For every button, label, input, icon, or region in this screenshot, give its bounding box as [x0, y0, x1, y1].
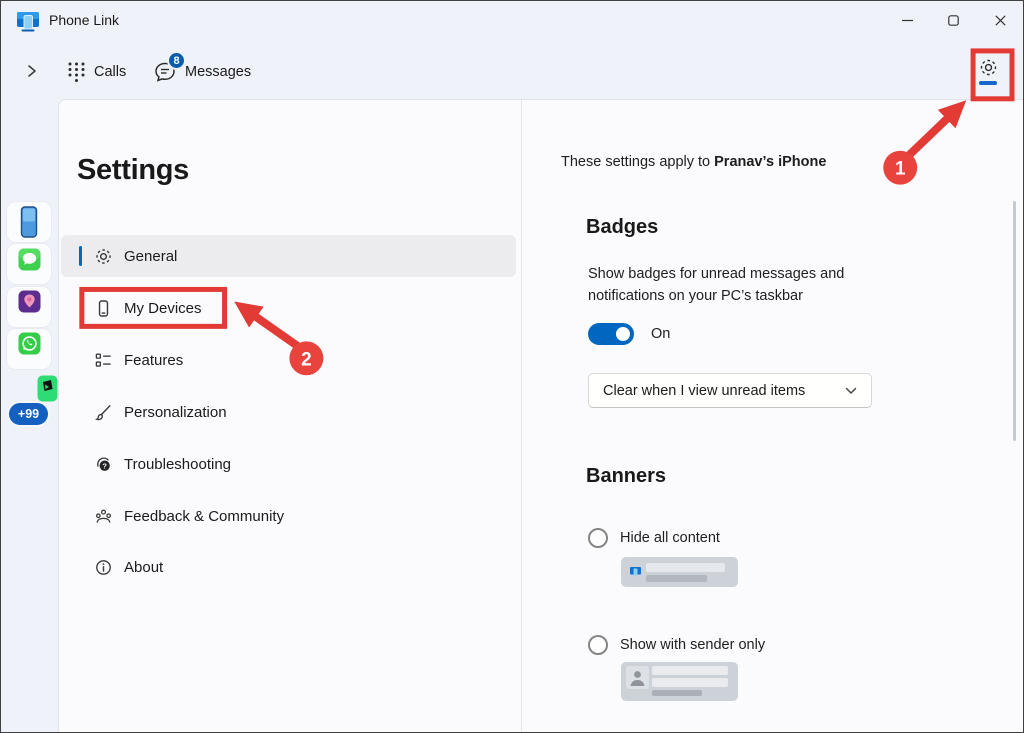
nav-item-label: My Devices	[124, 300, 202, 317]
mini-phone-link-icon	[629, 566, 642, 578]
tab-messages-label: Messages	[185, 64, 251, 80]
nav-item-label: Personalization	[124, 404, 227, 421]
dialpad-icon	[67, 61, 86, 83]
app-rail: +99	[1, 99, 58, 732]
applies-to-prefix: These settings apply to	[561, 154, 710, 170]
preview-text-bar	[652, 678, 728, 687]
chevron-down-icon	[845, 387, 857, 395]
preview-text-bar	[646, 563, 725, 572]
nav-item-features[interactable]: Features	[61, 339, 516, 381]
panel-divider	[521, 100, 522, 732]
find-my-app-icon[interactable]	[18, 290, 41, 313]
settings-active-indicator	[979, 81, 997, 85]
selected-accent-bar	[79, 246, 82, 266]
phone-link-window: Phone Link Calls	[0, 0, 1024, 733]
people-icon	[94, 507, 113, 526]
expand-panel-button[interactable]	[17, 53, 45, 89]
tab-calls-label: Calls	[94, 64, 126, 80]
badges-toggle[interactable]	[588, 323, 634, 345]
scrollbar[interactable]	[1013, 201, 1016, 441]
toolbar: Calls 8 Messages	[1, 45, 1023, 99]
window-title: Phone Link	[49, 12, 119, 28]
toggle-knob	[616, 327, 630, 341]
nav-item-label: Troubleshooting	[124, 456, 231, 473]
badges-description: Show badges for unread messages and noti…	[588, 263, 888, 307]
phone-link-logo-icon	[15, 8, 41, 34]
maximize-button[interactable]	[930, 1, 976, 39]
page-title: Settings	[77, 154, 189, 187]
minimize-button[interactable]	[884, 1, 930, 39]
iphone-device-icon[interactable]	[18, 206, 40, 238]
features-icon	[94, 351, 113, 370]
radio-label: Show with sender only	[620, 637, 765, 653]
banner-preview-sender-only	[621, 662, 738, 701]
nav-item-label: Feedback & Community	[124, 508, 284, 525]
close-icon	[995, 15, 1006, 26]
help-chat-icon: ?	[94, 455, 113, 474]
radio-show-with-sender[interactable]: Show with sender only	[588, 635, 765, 655]
gear-icon	[978, 57, 999, 78]
toggle-state-label: On	[651, 326, 670, 342]
nav-item-my-devices[interactable]: My Devices	[61, 287, 516, 329]
nav-item-label: Features	[124, 352, 183, 369]
minimize-icon	[902, 15, 913, 26]
device-name: Pranav’s iPhone	[714, 154, 826, 170]
tab-messages[interactable]: 8 Messages	[153, 53, 251, 91]
svg-text:?: ?	[102, 462, 107, 471]
brush-icon	[94, 403, 113, 422]
nav-item-personalization[interactable]: Personalization	[61, 391, 516, 433]
settings-gear-button[interactable]	[969, 51, 1007, 91]
nav-item-about[interactable]: About	[61, 546, 516, 588]
messages-unread-badge: 8	[167, 51, 186, 70]
badges-heading: Badges	[586, 216, 658, 239]
banners-heading: Banners	[586, 465, 666, 488]
nav-item-label: About	[124, 559, 163, 576]
applies-to-line: These settings apply toPranav’s iPhone	[561, 154, 826, 170]
info-icon	[94, 558, 113, 577]
dropdown-value: Clear when I view unread items	[603, 383, 805, 399]
preview-text-bar	[652, 666, 728, 675]
titlebar: Phone Link	[1, 1, 1023, 39]
tab-calls[interactable]: Calls	[67, 53, 126, 91]
more-apps-badge[interactable]: +99	[7, 401, 50, 427]
phone-icon	[94, 299, 113, 318]
badge-clear-dropdown[interactable]: Clear when I view unread items	[588, 373, 872, 408]
maximize-icon	[948, 15, 959, 26]
radio-label: Hide all content	[620, 530, 720, 546]
nav-item-troubleshooting[interactable]: ? Troubleshooting	[61, 443, 516, 485]
expand-chevron-icon	[25, 64, 38, 78]
nav-item-label: General	[124, 248, 177, 265]
gear-icon	[94, 247, 113, 266]
close-button[interactable]	[977, 1, 1023, 39]
banner-preview-hide-content	[621, 557, 738, 587]
radio-hide-all-content[interactable]: Hide all content	[588, 528, 720, 548]
preview-text-bar	[646, 575, 707, 582]
messages-app-icon[interactable]	[18, 248, 41, 271]
radio-icon	[588, 635, 608, 655]
preview-text-bar	[652, 690, 702, 696]
radio-icon	[588, 528, 608, 548]
nav-item-feedback-community[interactable]: Feedback & Community	[61, 495, 516, 537]
whatsapp-app-icon[interactable]	[18, 332, 41, 355]
nav-item-general[interactable]: General	[61, 235, 516, 277]
avatar-icon	[626, 666, 649, 689]
photos-app-icon[interactable]	[37, 375, 58, 402]
